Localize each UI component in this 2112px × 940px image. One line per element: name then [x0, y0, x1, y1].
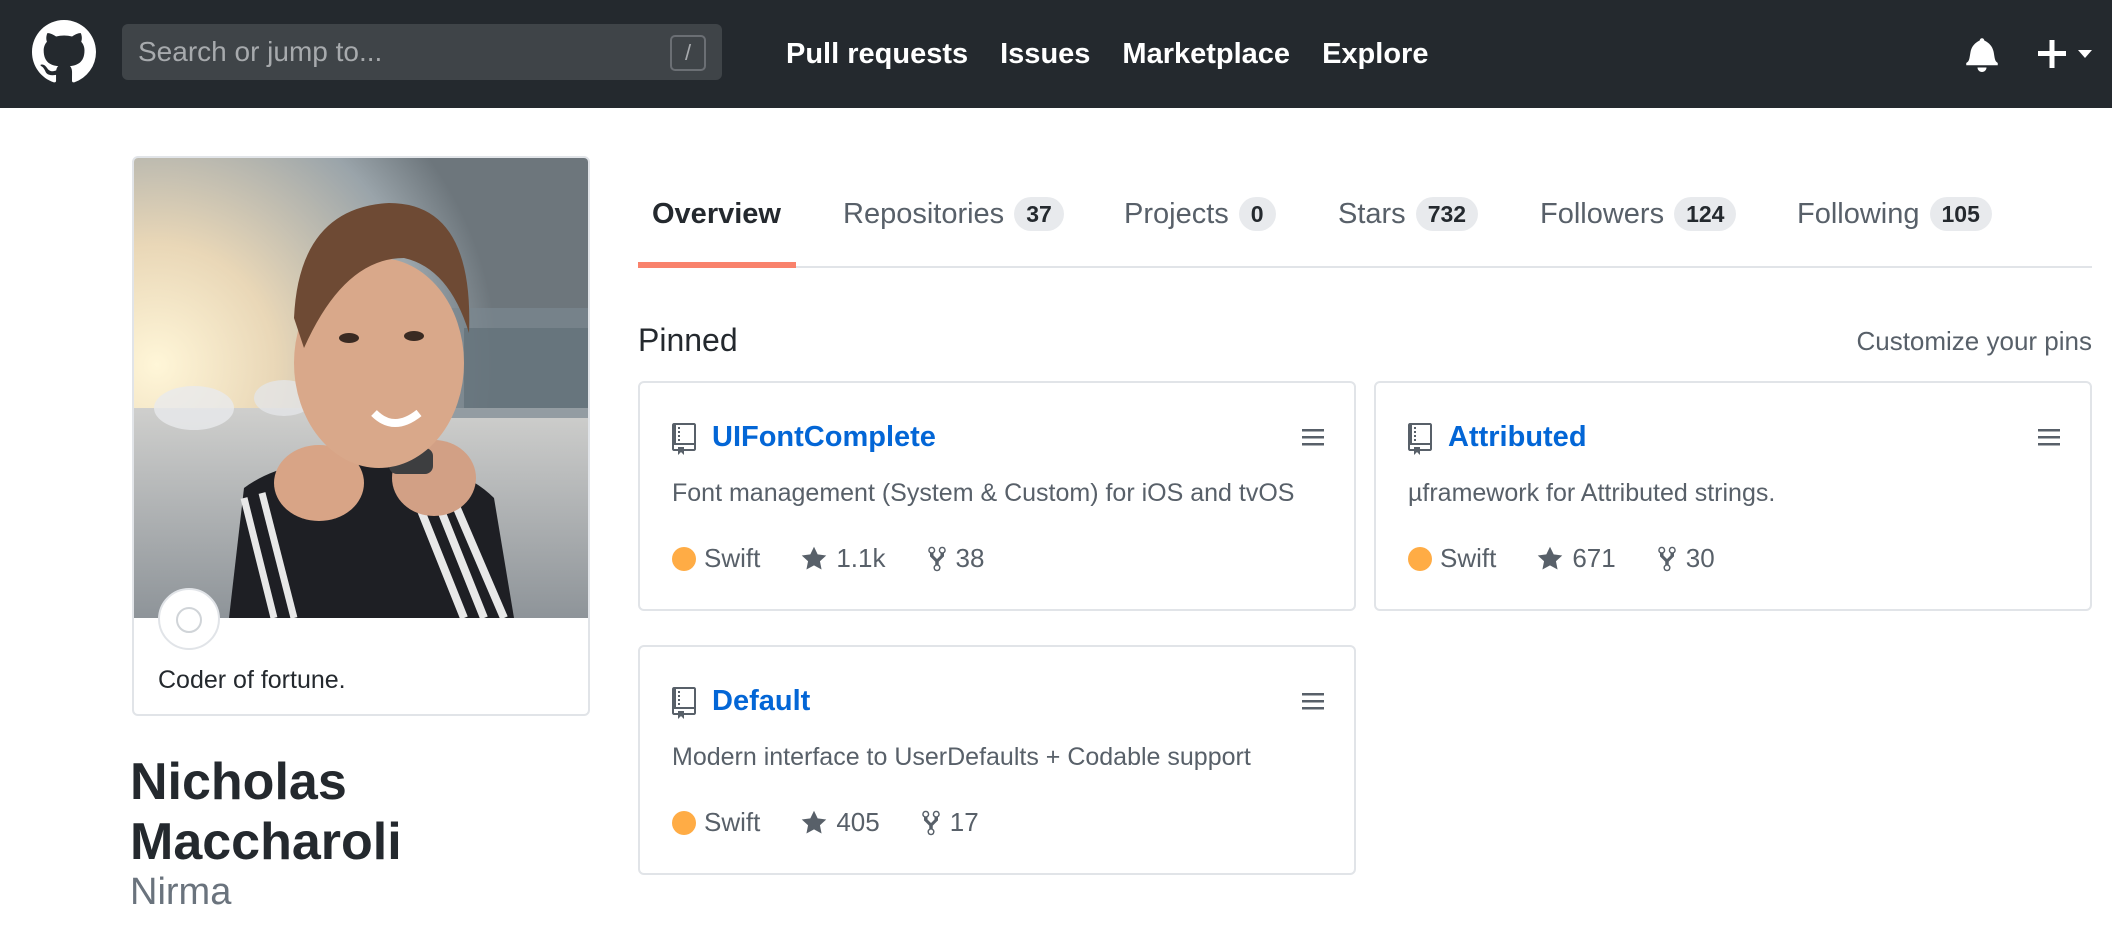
profile-bio: Coder of fortune. [158, 666, 346, 694]
repo-name-link[interactable]: Default [712, 685, 810, 718]
drag-handle-icon[interactable] [2038, 427, 2060, 447]
profile-card: Coder of fortune. [132, 156, 590, 716]
search-shortcut-key: / [670, 35, 706, 71]
profile-name-last: Maccharoli [130, 813, 402, 871]
status-icon [176, 607, 202, 633]
tab-followers[interactable]: Followers 124 [1540, 192, 1737, 236]
tab-counter: 105 [1929, 197, 1992, 231]
repo-forks-link[interactable]: 38 [926, 543, 985, 574]
search-box: / [122, 24, 722, 80]
customize-pins-link[interactable]: Customize your pins [1856, 326, 2092, 357]
primary-nav: Pull requests Issues Marketplace Explore [786, 36, 1428, 72]
drag-handle-icon[interactable] [1302, 427, 1324, 447]
top-header: / Pull requests Issues Marketplace Explo… [0, 0, 2112, 108]
repo-icon [1408, 423, 1432, 455]
language-label: Swift [1440, 543, 1497, 573]
repo-name-link[interactable]: UIFontComplete [712, 421, 936, 454]
repo-description: Font management (System & Custom) for iO… [672, 479, 1295, 507]
forks-count: 17 [949, 807, 979, 837]
profile-photo[interactable] [134, 158, 588, 618]
repo-icon [672, 687, 696, 719]
tab-label: Projects [1124, 197, 1229, 230]
search-input[interactable] [122, 24, 662, 80]
repo-stars-link[interactable]: 1.1k [800, 543, 886, 574]
tab-label: Following [1797, 197, 1920, 230]
nav-issues[interactable]: Issues [1000, 36, 1090, 72]
language-color-dot [1408, 546, 1432, 571]
nav-marketplace[interactable]: Marketplace [1122, 36, 1290, 72]
repo-meta: Swift 1.1k 38 [672, 543, 1024, 574]
star-icon [802, 810, 827, 833]
forks-count: 38 [955, 543, 985, 573]
chevron-down-icon [2078, 50, 2092, 58]
tab-repositories[interactable]: Repositories 37 [843, 192, 1064, 236]
plus-icon[interactable] [2038, 36, 2094, 72]
repo-name-link[interactable]: Attributed [1448, 421, 1587, 454]
github-logo-icon[interactable] [32, 20, 96, 84]
repo-forks-link[interactable]: 30 [1656, 543, 1715, 574]
fork-icon [1657, 546, 1676, 571]
repo-language: Swift [672, 807, 760, 838]
tab-overview[interactable]: Overview [652, 192, 781, 236]
repo-stars-link[interactable]: 671 [1536, 543, 1616, 574]
nav-explore[interactable]: Explore [1322, 36, 1428, 72]
nav-pull-requests[interactable]: Pull requests [786, 36, 968, 72]
tab-counter: 0 [1238, 197, 1276, 231]
repo-description: Modern interface to UserDefaults + Codab… [672, 743, 1251, 771]
tab-counter: 124 [1674, 197, 1737, 231]
star-icon [802, 546, 827, 569]
fork-icon [927, 546, 946, 571]
pinned-heading: Pinned [638, 322, 738, 358]
repo-meta: Swift 671 30 [1408, 543, 1755, 574]
star-icon [1538, 546, 1563, 569]
tab-label: Overview [652, 197, 781, 230]
tab-counter: 37 [1014, 197, 1064, 231]
drag-handle-icon[interactable] [1302, 691, 1324, 711]
repo-forks-link[interactable]: 17 [920, 807, 979, 838]
profile-username: Nirma [130, 871, 232, 913]
repo-icon [672, 423, 696, 455]
fork-icon [921, 810, 940, 835]
status-emoji-button[interactable] [158, 588, 220, 650]
pinned-repo-card: UIFontComplete Font management (System &… [638, 381, 1356, 611]
repo-language: Swift [1408, 543, 1496, 574]
language-label: Swift [704, 543, 761, 573]
stars-count: 1.1k [836, 543, 886, 573]
tab-label: Repositories [843, 197, 1005, 230]
repo-language: Swift [672, 543, 760, 574]
tab-label: Followers [1540, 197, 1665, 230]
tab-projects[interactable]: Projects 0 [1124, 192, 1276, 236]
stars-count: 405 [836, 807, 880, 837]
profile-tabs: Overview Repositories 37 Projects 0 Star… [638, 156, 2092, 268]
tab-following[interactable]: Following 105 [1797, 192, 1992, 236]
forks-count: 30 [1685, 543, 1715, 573]
repo-description: µframework for Attributed strings. [1408, 479, 1776, 507]
language-color-dot [672, 810, 696, 835]
profile-name-first: Nicholas [130, 753, 347, 811]
tab-counter: 732 [1415, 197, 1479, 231]
pinned-repo-card: Attributed µframework for Attributed str… [1374, 381, 2092, 611]
tab-stars[interactable]: Stars 732 [1338, 192, 1479, 236]
pinned-repo-card: Default Modern interface to UserDefaults… [638, 645, 1356, 875]
tab-label: Stars [1338, 197, 1406, 230]
language-color-dot [672, 546, 696, 571]
profile-full-name: Nicholas Maccharoli [130, 752, 550, 872]
repo-stars-link[interactable]: 405 [800, 807, 880, 838]
bell-icon[interactable] [1966, 36, 1998, 72]
stars-count: 671 [1572, 543, 1616, 573]
language-label: Swift [704, 807, 761, 837]
repo-meta: Swift 405 17 [672, 807, 1019, 838]
tab-active-indicator [638, 262, 796, 268]
